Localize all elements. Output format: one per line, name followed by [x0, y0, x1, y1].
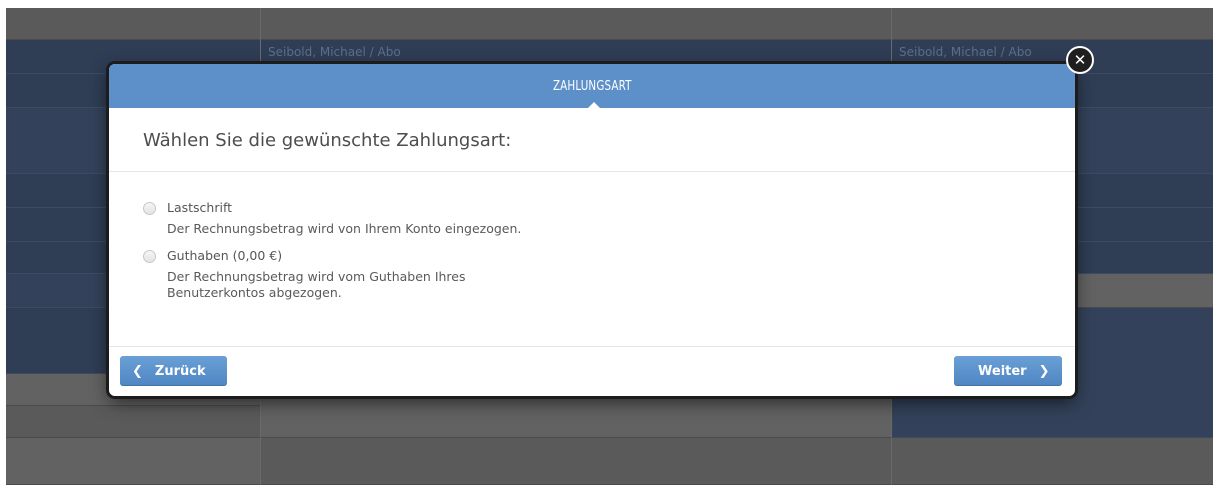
dialog-title: ZAHLUNGSART	[552, 78, 632, 94]
close-icon[interactable]: ✕	[1066, 46, 1094, 74]
option-description: Der Rechnungsbetrag wird vom Guthaben Ih…	[167, 269, 466, 300]
option-label[interactable]: Lastschrift	[167, 200, 232, 215]
dialog-heading: Wählen Sie die gewünschte Zahlungsart:	[143, 130, 512, 151]
divider	[109, 346, 1075, 347]
option-description: Der Rechnungsbetrag wird von Ihrem Konto…	[167, 221, 522, 236]
chevron-right-icon: ❯	[1038, 363, 1050, 379]
back-button[interactable]: ❮ Zurück	[120, 356, 227, 386]
option-label[interactable]: Guthaben (0,00 €)	[167, 248, 282, 263]
radio-button[interactable]	[143, 202, 156, 215]
chevron-left-icon: ❮	[132, 363, 143, 379]
radio-button[interactable]	[143, 250, 156, 263]
back-button-label: Zurück	[154, 363, 206, 379]
divider	[109, 171, 1075, 172]
header-caret-icon	[587, 102, 601, 109]
calendar-event-label: Seibold, Michael / Abo	[268, 45, 401, 59]
next-button[interactable]: Weiter ❯	[954, 356, 1062, 386]
next-button-label: Weiter	[978, 363, 1027, 379]
calendar-event-label: Seibold, Michael / Abo	[899, 45, 1032, 59]
dialog-header: ZAHLUNGSART	[109, 64, 1075, 109]
payment-method-dialog: ZAHLUNGSART Wählen Sie die gewünschte Za…	[109, 64, 1075, 396]
